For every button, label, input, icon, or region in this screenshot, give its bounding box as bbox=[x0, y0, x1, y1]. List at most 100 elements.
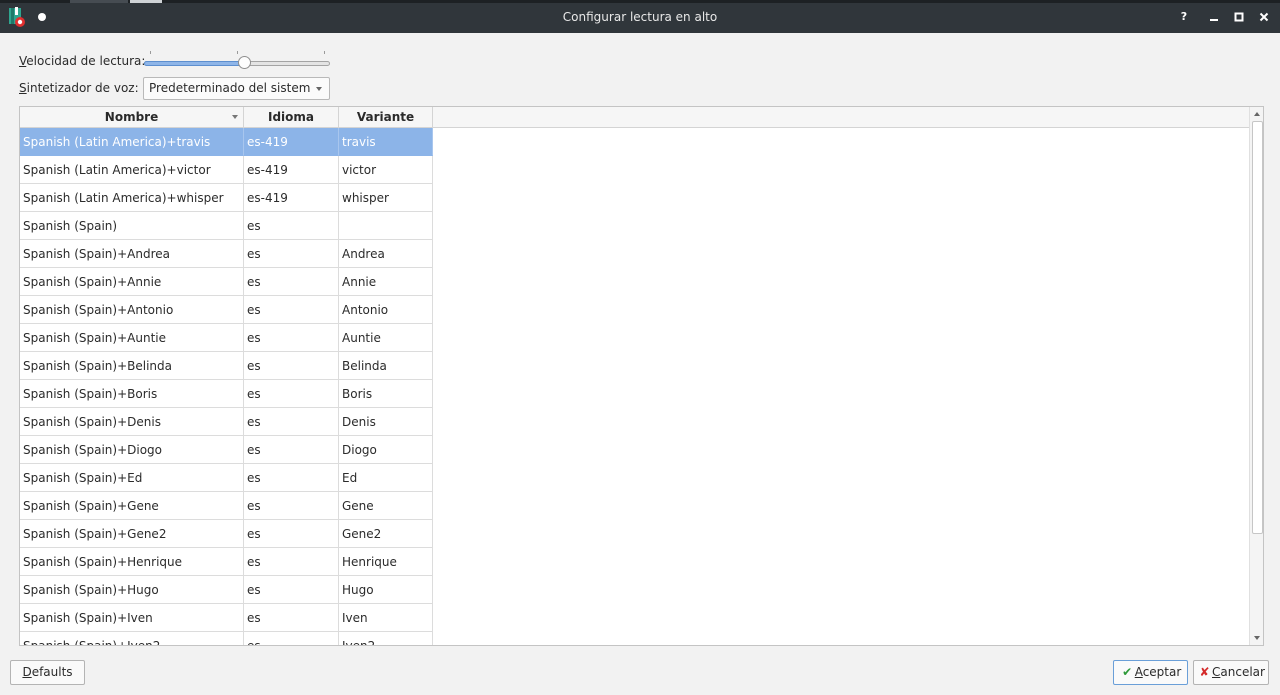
cell-variant: Belinda bbox=[339, 352, 433, 380]
table-row[interactable]: Spanish (Spain)+Andrea es Andrea bbox=[20, 240, 433, 268]
slider-tick bbox=[324, 51, 325, 54]
cell-language: es bbox=[244, 212, 339, 240]
cell-variant: Iven bbox=[339, 604, 433, 632]
accept-button[interactable]: ✔ Aceptar bbox=[1113, 660, 1188, 685]
synth-label: Sintetizador de voz: bbox=[19, 81, 139, 95]
table-row[interactable]: Spanish (Spain)+Denis es Denis bbox=[20, 408, 433, 436]
cell-language: es bbox=[244, 324, 339, 352]
table-row[interactable]: Spanish (Spain)+Gene2 es Gene2 bbox=[20, 520, 433, 548]
cell-language: es bbox=[244, 464, 339, 492]
table-row[interactable]: Spanish (Spain)+Hugo es Hugo bbox=[20, 576, 433, 604]
synth-select[interactable]: Predeterminado del sistema bbox=[143, 77, 330, 100]
minimize-button[interactable] bbox=[1206, 9, 1222, 25]
table-row[interactable]: Spanish (Spain)+Iven2 es Iven2 bbox=[20, 632, 433, 645]
table-row[interactable]: Spanish (Spain)+Ed es Ed bbox=[20, 464, 433, 492]
table-row[interactable]: Spanish (Spain)+Boris es Boris bbox=[20, 380, 433, 408]
slider-handle[interactable] bbox=[238, 56, 251, 69]
cell-language: es bbox=[244, 352, 339, 380]
cell-name: Spanish (Spain) bbox=[20, 212, 244, 240]
column-header-name[interactable]: Nombre bbox=[20, 107, 244, 128]
cell-name: Spanish (Spain)+Gene2 bbox=[20, 520, 244, 548]
cell-name: Spanish (Spain)+Annie bbox=[20, 268, 244, 296]
table-row[interactable]: Spanish (Latin America)+victor es-419 vict… bbox=[20, 156, 433, 184]
cancel-x-icon: ✘ bbox=[1199, 665, 1210, 679]
cell-language: es-419 bbox=[244, 128, 339, 156]
cell-variant: Gene bbox=[339, 492, 433, 520]
scroll-up-button[interactable] bbox=[1250, 107, 1263, 121]
table-header: Nombre Idioma Variante bbox=[20, 107, 1249, 128]
cell-name: Spanish (Latin America)+travis bbox=[20, 128, 244, 156]
title-bar: Configurar lectura en alto ? bbox=[0, 0, 1280, 33]
cell-language: es bbox=[244, 240, 339, 268]
cancel-button[interactable]: ✘ Cancelar bbox=[1193, 660, 1269, 685]
vertical-scrollbar[interactable] bbox=[1249, 107, 1263, 645]
arrow-down-icon bbox=[1254, 636, 1260, 640]
table-row[interactable]: Spanish (Spain)+Diogo es Diogo bbox=[20, 436, 433, 464]
cell-variant: Iven2 bbox=[339, 632, 433, 645]
cell-name: Spanish (Spain)+Belinda bbox=[20, 352, 244, 380]
cell-name: Spanish (Latin America)+whisper bbox=[20, 184, 244, 212]
cell-variant: Annie bbox=[339, 268, 433, 296]
cell-name: Spanish (Spain)+Denis bbox=[20, 408, 244, 436]
cell-language: es bbox=[244, 548, 339, 576]
cell-language: es bbox=[244, 268, 339, 296]
close-button[interactable] bbox=[1256, 9, 1272, 25]
arrow-up-icon bbox=[1254, 112, 1260, 116]
sort-indicator-icon bbox=[232, 115, 238, 119]
chevron-down-icon bbox=[316, 87, 322, 91]
cell-variant: Andrea bbox=[339, 240, 433, 268]
table-row[interactable]: Spanish (Latin America)+whisper es-419 whi… bbox=[20, 184, 433, 212]
cell-name: Spanish (Spain)+Diogo bbox=[20, 436, 244, 464]
table-row[interactable]: Spanish (Spain) es bbox=[20, 212, 433, 240]
cell-name: Spanish (Spain)+Iven bbox=[20, 604, 244, 632]
cell-variant: Ed bbox=[339, 464, 433, 492]
minimize-icon bbox=[1210, 19, 1218, 21]
cell-language: es-419 bbox=[244, 156, 339, 184]
cell-variant: Denis bbox=[339, 408, 433, 436]
cell-name: Spanish (Spain)+Boris bbox=[20, 380, 244, 408]
cell-variant: Antonio bbox=[339, 296, 433, 324]
cell-name: Spanish (Spain)+Iven2 bbox=[20, 632, 244, 645]
cell-language: es bbox=[244, 380, 339, 408]
cell-variant: victor bbox=[339, 156, 433, 184]
table-row[interactable]: Spanish (Spain)+Annie es Annie bbox=[20, 268, 433, 296]
cell-language: es-419 bbox=[244, 184, 339, 212]
defaults-button[interactable]: Defaults bbox=[10, 660, 85, 685]
slider-tick bbox=[237, 51, 238, 54]
scrollbar-thumb[interactable] bbox=[1252, 121, 1263, 534]
cell-variant: travis bbox=[339, 128, 433, 156]
speed-label: Velocidad de lectura: bbox=[19, 54, 146, 68]
cell-variant: Auntie bbox=[339, 324, 433, 352]
table-row[interactable]: Spanish (Spain)+Iven es Iven bbox=[20, 604, 433, 632]
table-row[interactable]: Spanish (Spain)+Belinda es Belinda bbox=[20, 352, 433, 380]
table-row[interactable]: Spanish (Spain)+Henrique es Henrique bbox=[20, 548, 433, 576]
cell-language: es bbox=[244, 408, 339, 436]
cell-language: es bbox=[244, 436, 339, 464]
cell-language: es bbox=[244, 296, 339, 324]
maximize-icon bbox=[1234, 12, 1244, 22]
scroll-down-button[interactable] bbox=[1250, 631, 1263, 645]
table-row[interactable]: Spanish (Latin America)+travis es-419 trav… bbox=[20, 128, 433, 156]
cell-name: Spanish (Latin America)+victor bbox=[20, 156, 244, 184]
help-button[interactable]: ? bbox=[1176, 9, 1192, 25]
cell-language: es bbox=[244, 632, 339, 645]
cell-name: Spanish (Spain)+Henrique bbox=[20, 548, 244, 576]
slider-fill bbox=[144, 61, 244, 66]
column-header-variant[interactable]: Variante bbox=[339, 107, 433, 128]
table-row[interactable]: Spanish (Spain)+Auntie es Auntie bbox=[20, 324, 433, 352]
close-icon bbox=[1259, 12, 1269, 22]
column-header-language[interactable]: Idioma bbox=[244, 107, 339, 128]
cell-language: es bbox=[244, 520, 339, 548]
table-row[interactable]: Spanish (Spain)+Gene es Gene bbox=[20, 492, 433, 520]
maximize-button[interactable] bbox=[1231, 9, 1247, 25]
slider-tick bbox=[150, 51, 151, 54]
cell-variant: Henrique bbox=[339, 548, 433, 576]
cell-language: es bbox=[244, 576, 339, 604]
speed-slider[interactable] bbox=[144, 51, 330, 71]
table-row[interactable]: Spanish (Spain)+Antonio es Antonio bbox=[20, 296, 433, 324]
cell-name: Spanish (Spain)+Hugo bbox=[20, 576, 244, 604]
window-title: Configurar lectura en alto bbox=[562, 10, 718, 24]
synth-select-value: Predeterminado del sistema bbox=[149, 81, 311, 95]
cell-variant: whisper bbox=[339, 184, 433, 212]
cell-variant: Boris bbox=[339, 380, 433, 408]
